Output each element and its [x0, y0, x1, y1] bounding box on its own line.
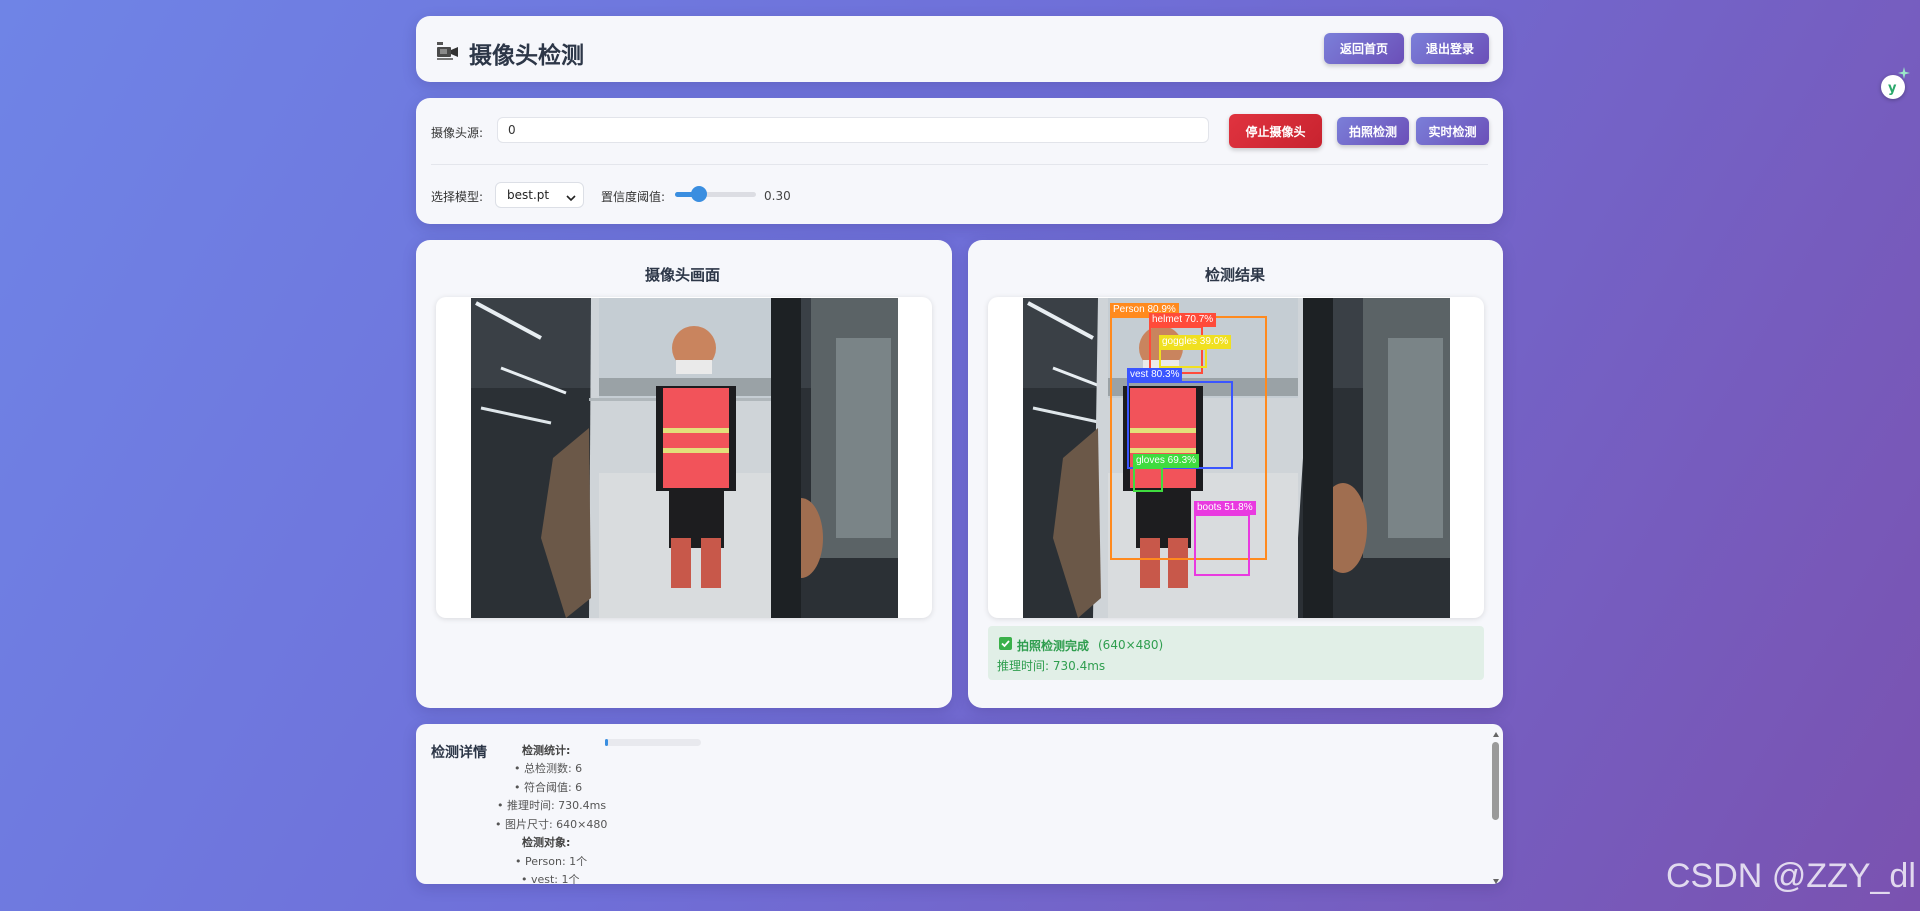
svg-text:y: y: [1888, 81, 1897, 96]
scrollbar-thumb[interactable]: [1492, 742, 1499, 820]
stop-camera-button[interactable]: 停止摄像头: [1229, 114, 1322, 148]
stats-line: • 符合阈值: 6: [514, 781, 583, 794]
detection-label: boots 51.8%: [1194, 501, 1256, 515]
status-size: (640×480): [1098, 638, 1164, 652]
camera-source-input[interactable]: [497, 117, 1209, 143]
logout-button[interactable]: 退出登录: [1411, 33, 1489, 64]
stats-line: • 总检测数: 6: [514, 762, 583, 775]
objects-heading: 检测对象:: [522, 836, 571, 849]
detection-box: gloves 69.3%: [1133, 454, 1200, 492]
controls-divider: [431, 164, 1488, 165]
detection-label: goggles 39.0%: [1159, 335, 1232, 349]
confidence-slider[interactable]: [675, 186, 756, 202]
camera-feed-image: [471, 298, 898, 618]
status-box: 拍照检测完成 (640×480) 推理时间: 730.4ms: [988, 626, 1484, 680]
slider-thumb[interactable]: [691, 186, 708, 202]
stats-line: • 推理时间: 730.4ms: [497, 799, 607, 812]
confidence-value: 0.30: [764, 189, 791, 203]
camera-source-label: 摄像头源:: [431, 126, 484, 140]
model-label: 选择模型:: [431, 190, 484, 204]
camera-frame: [436, 297, 932, 618]
detection-box: boots 51.8%: [1194, 501, 1256, 576]
page-title: 摄像头检测: [469, 43, 584, 69]
object-line: • Person: 1个: [515, 855, 588, 868]
model-select[interactable]: best.pt: [495, 182, 584, 208]
confidence-label: 置信度阈值:: [601, 190, 666, 204]
result-image: Person 80.9% helmet 70.7% goggles 39.0% ves…: [1023, 298, 1450, 618]
stats-line: • 图片尺寸: 640×480: [495, 818, 608, 831]
result-panel-title: 检测结果: [1205, 266, 1266, 284]
photo-detect-button[interactable]: 拍照检测: [1337, 117, 1409, 145]
result-frame: Person 80.9% helmet 70.7% goggles 39.0% ves…: [988, 297, 1484, 618]
object-line: • vest: 1个: [521, 873, 580, 886]
detection-label: gloves 69.3%: [1133, 454, 1200, 468]
stats-heading: 检测统计:: [522, 744, 571, 757]
inference-time: 推理时间: 730.4ms: [997, 659, 1106, 673]
detection-label: helmet 70.7%: [1149, 313, 1217, 327]
checkbox-check-icon: [999, 637, 1012, 650]
detection-label: vest 80.3%: [1127, 368, 1183, 382]
details-progress-bar: [605, 739, 701, 746]
watermark: CSDN @ZZY_dl: [1666, 857, 1916, 895]
model-select-value: best.pt: [507, 188, 550, 202]
realtime-detect-button[interactable]: 实时检测: [1416, 117, 1489, 145]
sparkle-icon: [1898, 66, 1910, 84]
camera-panel-title: 摄像头画面: [645, 266, 721, 284]
bbox-layer: Person 80.9% helmet 70.7% goggles 39.0% ves…: [1023, 298, 1450, 618]
details-progress-fill: [605, 739, 608, 746]
home-button[interactable]: 返回首页: [1324, 33, 1404, 64]
details-title: 检测详情: [431, 745, 487, 761]
video-camera-icon: [435, 40, 461, 62]
details-scrollbar[interactable]: [1490, 726, 1501, 884]
scroll-down-icon[interactable]: [1492, 872, 1500, 890]
detection-box: goggles 39.0%: [1159, 335, 1232, 368]
chevron-down-icon: [566, 190, 576, 208]
status-title: 拍照检测完成: [1017, 639, 1090, 653]
